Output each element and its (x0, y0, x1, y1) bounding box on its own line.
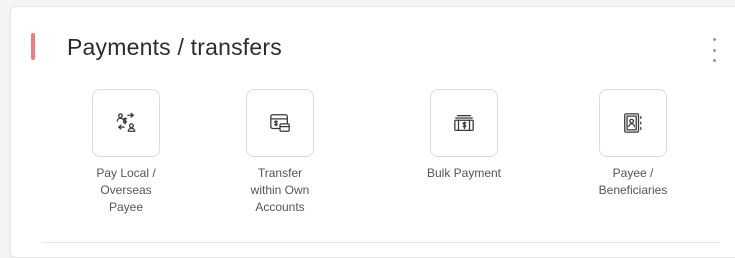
contact-book-icon (624, 113, 642, 133)
payee-beneficiaries-button[interactable]: Payee / Beneficiaries (578, 89, 688, 199)
action-label: Payee / Beneficiaries (598, 166, 668, 197)
pay-transfer-icon (116, 112, 136, 132)
action-label: Pay Local / Overseas Payee (96, 166, 156, 214)
action-label: Transfer within Own Accounts (250, 166, 310, 214)
section-title: Payments / transfers (67, 34, 282, 60)
action-tile[interactable] (246, 89, 314, 157)
transfer-within-own-accounts-button[interactable]: Transfer within Own Accounts (225, 89, 335, 216)
bulk-payment-button[interactable]: Bulk Payment (409, 89, 519, 182)
more-options-icon[interactable] (707, 38, 721, 62)
cash-stack-icon (454, 115, 474, 131)
pay-local-overseas-payee-button[interactable]: Pay Local / Overseas Payee (71, 89, 181, 216)
action-tile[interactable] (430, 89, 498, 157)
section-accent-bar (31, 33, 35, 60)
action-tile[interactable] (599, 89, 667, 157)
section-divider (42, 242, 720, 243)
card-transfer-icon (270, 114, 290, 132)
action-label: Bulk Payment (426, 166, 502, 180)
action-tile[interactable] (92, 89, 160, 157)
